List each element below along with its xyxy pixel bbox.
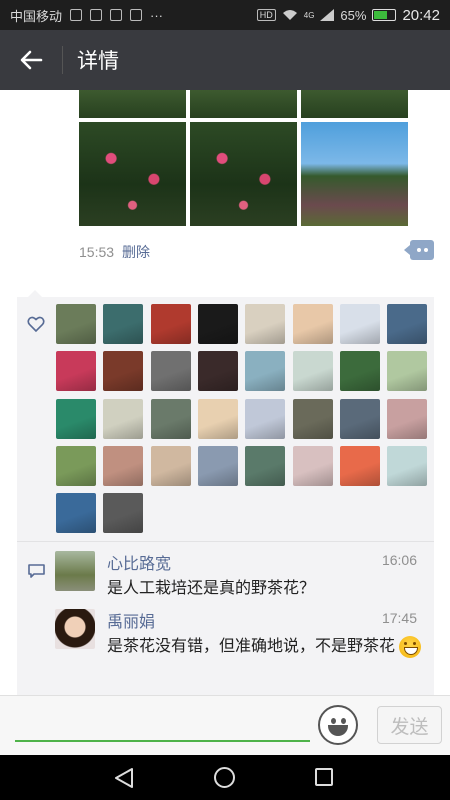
- comment-time: 17:45: [381, 610, 417, 626]
- signal-icon: [320, 9, 335, 21]
- emoji-face-icon: [341, 718, 346, 724]
- liker-avatar[interactable]: [339, 445, 380, 486]
- liker-avatar[interactable]: [197, 351, 238, 392]
- commenter-name[interactable]: 禹丽娟: [107, 608, 155, 632]
- shield-icon: [130, 9, 143, 21]
- liker-avatar[interactable]: [103, 304, 144, 344]
- comment-text: 是茶花没有错，但准确地说，不是野茶花: [107, 638, 396, 655]
- carrier-label: 中国移动: [10, 8, 63, 24]
- network-label: 4G: [303, 10, 315, 20]
- delete-link[interactable]: 删除: [122, 242, 150, 262]
- liker-avatar[interactable]: [387, 398, 428, 439]
- commenter-name[interactable]: 心比路宽: [107, 550, 171, 574]
- page-title: 详情: [77, 50, 119, 73]
- liker-avatar[interactable]: [292, 445, 333, 486]
- avatar[interactable]: [55, 609, 95, 649]
- arrow-left-icon: [20, 50, 43, 70]
- input-underline: [15, 740, 310, 742]
- photo-thumbnail[interactable]: [190, 122, 297, 226]
- more-indicator: ···: [150, 7, 164, 23]
- status-bar: 中国移动 ··· HD 4G 65% 20:42: [0, 0, 450, 30]
- app-icon: [110, 9, 123, 21]
- more-actions-button[interactable]: [404, 240, 434, 260]
- comment-time: 16:06: [381, 552, 417, 568]
- liker-avatar[interactable]: [197, 398, 238, 439]
- liker-avatar[interactable]: [197, 445, 238, 486]
- photo-thumbnail[interactable]: [79, 122, 186, 226]
- avatar[interactable]: [55, 551, 95, 591]
- comment-item[interactable]: 禹丽娟 17:45 是茶花没有错，但准确地说，不是野茶花: [55, 600, 425, 690]
- comment-text: 是人工栽培还是真的野茶花？: [107, 580, 316, 597]
- speech-bubble-icon: [28, 564, 45, 578]
- emoji-face-icon: [331, 718, 336, 724]
- circle-home-icon[interactable]: [214, 767, 235, 788]
- photo-thumbnail[interactable]: [190, 90, 297, 118]
- comment-text-block: 是茶花没有错，但准确地说，不是野茶花: [107, 635, 425, 659]
- dot-icon: [416, 248, 421, 252]
- liker-avatar[interactable]: [103, 351, 144, 392]
- comment-input[interactable]: [15, 706, 310, 740]
- heart-outline-icon: [27, 316, 45, 333]
- triangle-back-icon[interactable]: [114, 767, 134, 789]
- liker-avatar[interactable]: [339, 351, 380, 392]
- liker-avatar[interactable]: [56, 398, 96, 439]
- hd-icon: HD: [256, 9, 276, 21]
- liker-avatar[interactable]: [103, 445, 144, 486]
- title-bar: 详情: [0, 30, 450, 90]
- liker-avatar[interactable]: [245, 445, 286, 486]
- panel-pointer: [28, 290, 42, 297]
- liker-avatar[interactable]: [103, 493, 144, 534]
- liker-avatar[interactable]: [150, 445, 191, 486]
- liker-avatar[interactable]: [292, 398, 333, 439]
- wifi-icon: [282, 10, 297, 20]
- comment-item[interactable]: 心比路宽 16:06 是人工栽培还是真的野茶花？: [55, 542, 425, 606]
- send-button[interactable]: 发送: [377, 706, 442, 744]
- liker-avatar[interactable]: [150, 304, 191, 344]
- liker-avatar[interactable]: [292, 304, 333, 344]
- square-recent-icon[interactable]: [315, 768, 333, 786]
- liker-avatar[interactable]: [197, 304, 238, 344]
- title-divider: [62, 46, 63, 74]
- liker-avatar[interactable]: [387, 304, 428, 344]
- liker-avatar[interactable]: [339, 304, 380, 344]
- liker-avatar[interactable]: [387, 351, 428, 392]
- liker-avatar[interactable]: [339, 398, 380, 439]
- dot-icon: [423, 248, 428, 252]
- liker-avatar[interactable]: [150, 351, 191, 392]
- liker-avatar[interactable]: [292, 351, 333, 392]
- photo-thumbnail[interactable]: [301, 122, 408, 226]
- battery-icon: [372, 9, 397, 21]
- emoji-button[interactable]: [318, 705, 358, 745]
- detail-content[interactable]: 15:53 删除 心比路宽 16:06 是人工栽培还是真的野茶花？ 禹丽娟 17…: [0, 90, 450, 695]
- liker-avatar[interactable]: [56, 351, 96, 392]
- emoji-face-icon: [328, 725, 348, 736]
- comment-input-bar: 发送: [0, 695, 450, 755]
- back-button[interactable]: [0, 30, 62, 90]
- battery-percent: 65%: [340, 7, 367, 23]
- grinning-emoji-icon: [399, 635, 422, 658]
- liker-avatar[interactable]: [245, 304, 286, 344]
- post-time: 15:53: [79, 244, 115, 260]
- liker-avatar[interactable]: [245, 351, 286, 392]
- cloud-icon: [90, 9, 103, 21]
- liker-avatar[interactable]: [56, 304, 96, 344]
- liker-avatar[interactable]: [150, 398, 191, 439]
- photo-thumbnail[interactable]: [301, 90, 408, 118]
- liker-avatar[interactable]: [103, 398, 144, 439]
- liker-avatar[interactable]: [387, 445, 428, 486]
- liker-avatar[interactable]: [56, 445, 96, 486]
- clock: 20:42: [402, 6, 440, 24]
- system-nav-bar: [0, 755, 450, 800]
- battery-fill: [374, 11, 388, 19]
- post-meta: 15:53 删除: [79, 242, 150, 262]
- usb-icon: [70, 9, 83, 21]
- liker-avatar[interactable]: [56, 493, 96, 534]
- photo-thumbnail[interactable]: [79, 90, 186, 118]
- liker-avatar[interactable]: [245, 398, 286, 439]
